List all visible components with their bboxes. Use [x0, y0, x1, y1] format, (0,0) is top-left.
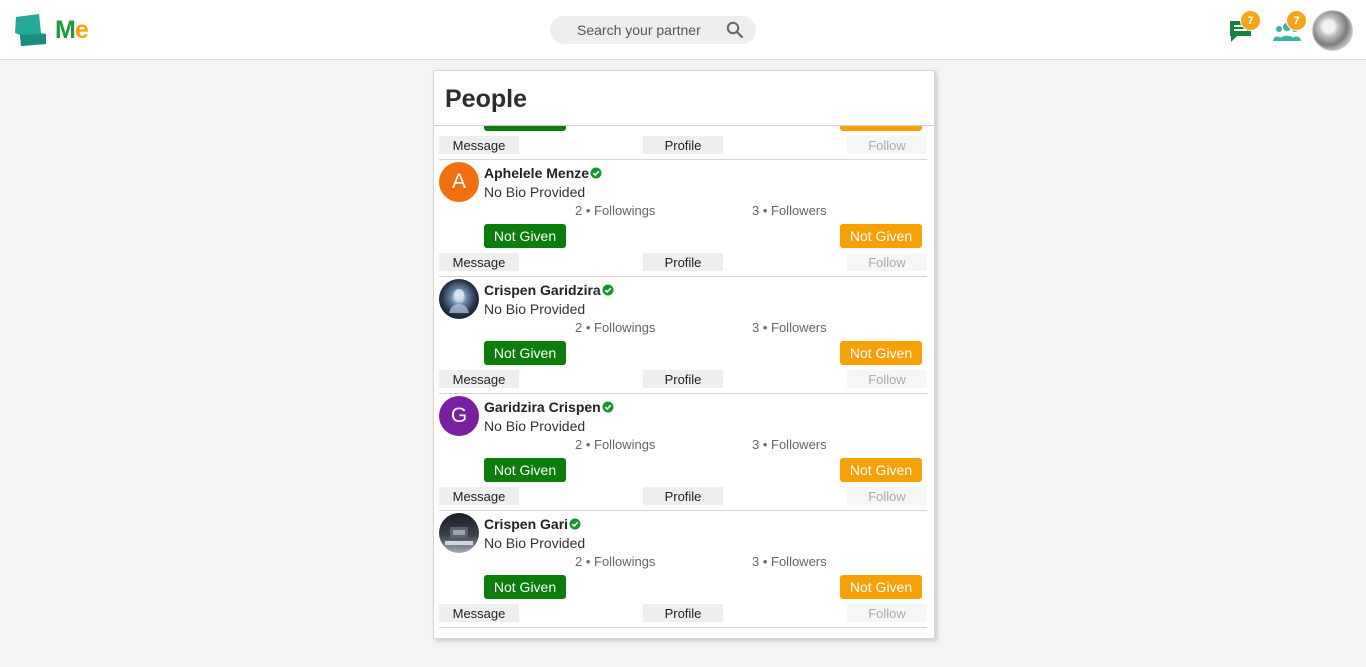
verified-icon	[590, 167, 602, 179]
followings-count: 2 • Followings	[575, 203, 656, 218]
search-icon[interactable]	[726, 21, 744, 44]
person-bio: No Bio Provided	[484, 184, 586, 200]
follow-button[interactable]: Follow	[847, 253, 927, 271]
follow-button[interactable]: Follow	[847, 604, 927, 622]
status-pill-left: Not Given	[484, 341, 566, 365]
status-pill-right	[840, 126, 922, 131]
messages-count-badge: 7	[1240, 10, 1261, 31]
logo-wordmark: Me	[55, 16, 89, 44]
status-pill-left: Not Given	[484, 575, 566, 599]
status-pill-right: Not Given	[840, 224, 922, 248]
person-bio: No Bio Provided	[484, 418, 586, 434]
followers-count: 3 • Followers	[752, 203, 827, 218]
status-pill-right: Not Given	[840, 458, 922, 482]
person-name[interactable]: Aphelele Menze	[484, 165, 589, 181]
person-row: Crispen Garidzira No Bio Provided 2 • Fo…	[434, 277, 934, 394]
followings-count: 2 • Followings	[575, 554, 656, 569]
message-button[interactable]: Message	[439, 253, 519, 271]
person-name[interactable]: Garidzira Crispen	[484, 399, 601, 415]
person-row: Message Profile Follow	[434, 126, 934, 160]
message-button[interactable]: Message	[439, 136, 519, 154]
followings-count: 2 • Followings	[575, 437, 656, 452]
followers-count: 3 • Followers	[752, 554, 827, 569]
panel-title: People	[445, 85, 527, 113]
message-button[interactable]: Message	[439, 604, 519, 622]
follow-button[interactable]: Follow	[847, 370, 927, 388]
person-row: A Aphelele Menze No Bio Provided 2 • Fol…	[434, 160, 934, 277]
profile-button[interactable]: Profile	[643, 487, 723, 505]
top-navbar: Me 7 7	[0, 0, 1366, 60]
person-row: Crispen Gari No Bio Provided 2 • Followi…	[434, 511, 934, 628]
message-button[interactable]: Message	[439, 370, 519, 388]
profile-button[interactable]: Profile	[643, 604, 723, 622]
profile-button[interactable]: Profile	[643, 136, 723, 154]
people-list[interactable]: Message Profile Follow A Aphelele Menze …	[434, 126, 934, 638]
verified-icon	[602, 284, 614, 296]
avatar[interactable]: G	[439, 396, 479, 436]
verified-icon	[569, 518, 581, 530]
friends-count-badge: 7	[1286, 10, 1307, 31]
status-pill-left	[484, 126, 566, 131]
follow-button[interactable]: Follow	[847, 136, 927, 154]
verified-icon	[602, 401, 614, 413]
search-bar	[550, 16, 756, 44]
person-row: G Garidzira Crispen No Bio Provided 2 • …	[434, 394, 934, 511]
photo-avatar-icon	[445, 527, 473, 545]
message-button[interactable]: Message	[439, 487, 519, 505]
person-bio: No Bio Provided	[484, 301, 586, 317]
user-avatar[interactable]	[1312, 10, 1353, 51]
avatar[interactable]	[439, 513, 479, 553]
person-name[interactable]: Crispen Garidzira	[484, 282, 601, 298]
status-pill-right: Not Given	[840, 341, 922, 365]
avatar[interactable]	[439, 279, 479, 319]
person-name[interactable]: Crispen Gari	[484, 516, 568, 532]
status-pill-left: Not Given	[484, 458, 566, 482]
status-pill-left: Not Given	[484, 224, 566, 248]
followings-count: 2 • Followings	[575, 320, 656, 335]
messages-button[interactable]: 7	[1224, 10, 1261, 46]
profile-button[interactable]: Profile	[643, 253, 723, 271]
profile-button[interactable]: Profile	[643, 370, 723, 388]
logo-mark-icon	[15, 14, 46, 46]
row-divider	[439, 627, 927, 628]
photo-avatar-icon	[449, 289, 469, 313]
person-bio: No Bio Provided	[484, 535, 586, 551]
status-pill-right: Not Given	[840, 575, 922, 599]
people-panel: People Message Profile Follow A Aphelele…	[433, 70, 935, 639]
follow-button[interactable]: Follow	[847, 487, 927, 505]
search-input[interactable]	[575, 21, 729, 39]
followers-count: 3 • Followers	[752, 437, 827, 452]
app-logo[interactable]: Me	[13, 13, 89, 47]
avatar[interactable]: A	[439, 162, 479, 202]
followers-count: 3 • Followers	[752, 320, 827, 335]
friends-button[interactable]: 7	[1270, 10, 1307, 46]
